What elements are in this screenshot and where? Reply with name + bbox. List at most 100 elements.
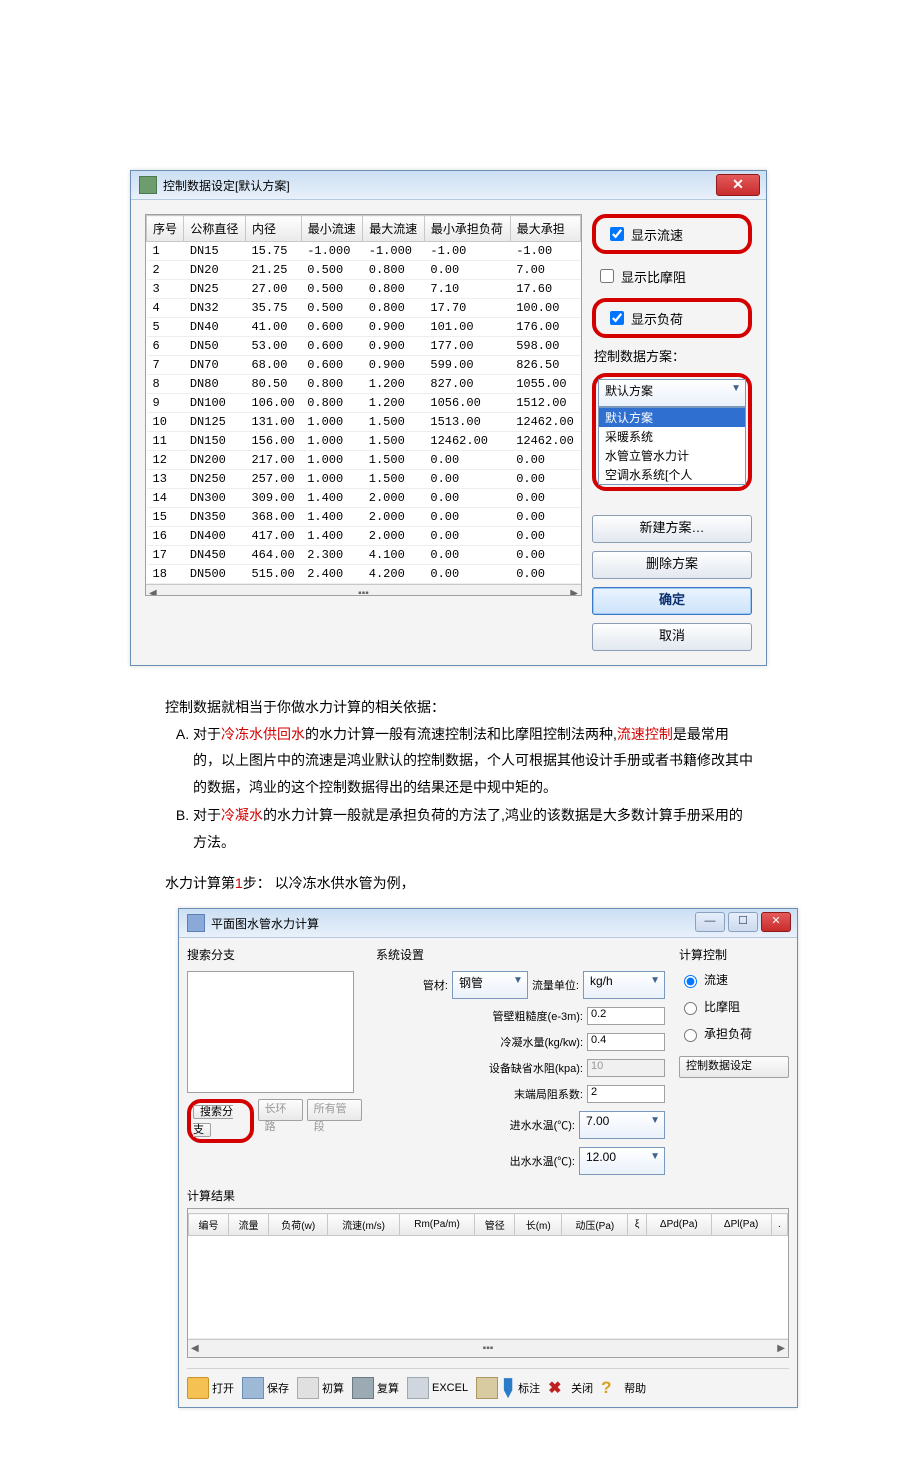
show-friction-checkbox[interactable]: 显示比摩阻 <box>592 262 752 290</box>
column-header[interactable]: 长(m) <box>515 1214 562 1236</box>
dialog-title: 平面图水管水力计算 <box>211 915 319 932</box>
all-pipes-button[interactable]: 所有管段 <box>307 1099 362 1121</box>
save-button[interactable]: 保存 <box>242 1377 289 1399</box>
close-icon[interactable]: ✕ <box>761 912 791 932</box>
hydraulic-calc-dialog: 平面图水管水力计算 — ☐ ✕ 搜索分支 搜索分支 <box>178 908 798 1408</box>
pipe-material-select[interactable]: 钢管 <box>452 971 528 999</box>
close-button[interactable]: ✖关闭 <box>548 1378 593 1398</box>
column-header[interactable]: ΔPl(Pa) <box>711 1214 771 1236</box>
scheme-options[interactable]: 默认方案采暖系统水管立管水力计空调水系统[个人 <box>598 407 746 485</box>
table-row[interactable]: 1DN1515.75-1.000-1.000-1.00-1.00 <box>147 242 581 261</box>
table-row[interactable]: 3DN2527.000.5000.8007.1017.60 <box>147 280 581 299</box>
results-label: 计算结果 <box>187 1187 789 1204</box>
scheme-option[interactable]: 默认方案 <box>599 408 745 427</box>
scheme-option[interactable]: 采暖系统 <box>599 427 745 446</box>
results-table[interactable]: 编号流量负荷(w)流速(m/s)Rm(Pa/m)管径长(m)动压(Pa)ξΔPd… <box>188 1213 788 1339</box>
column-header[interactable]: Rm(Pa/m) <box>399 1214 474 1236</box>
table-row[interactable]: 15DN350368.001.4002.0000.000.00 <box>147 508 581 527</box>
table-row[interactable]: 10DN125131.001.0001.5001513.0012462.00 <box>147 413 581 432</box>
inlet-temp-select[interactable]: 7.00 <box>579 1111 665 1139</box>
annotation-ring: 搜索分支 <box>187 1099 254 1143</box>
scheme-option[interactable]: 空调水系统[个人 <box>599 465 745 484</box>
flow-unit-select[interactable]: kg/h <box>583 971 665 999</box>
end-coef-input[interactable]: 2 <box>587 1085 665 1103</box>
minimize-icon[interactable]: — <box>695 912 725 932</box>
help-icon: ? <box>601 1378 621 1398</box>
table-row[interactable]: 12DN200217.001.0001.5000.000.00 <box>147 451 581 470</box>
table-row[interactable]: 11DN150156.001.0001.50012462.0012462.00 <box>147 432 581 451</box>
table-row[interactable]: 5DN4041.000.6000.900101.00176.00 <box>147 318 581 337</box>
excel-button[interactable]: EXCEL <box>407 1377 468 1399</box>
item-a: 对于冷冻水供回水的水力计算一般有流速控制法和比摩阻控制法两种,流速控制是最常用的… <box>193 721 755 801</box>
table-row[interactable]: 7DN7068.000.6000.900599.00826.50 <box>147 356 581 375</box>
calc-control-label: 计算控制 <box>679 946 789 963</box>
table-row[interactable]: 18DN500515.002.4004.2000.000.00 <box>147 565 581 584</box>
column-header[interactable]: 序号 <box>147 216 184 242</box>
roughness-input[interactable]: 0.2 <box>587 1007 665 1025</box>
calc-icon <box>297 1377 319 1399</box>
column-header[interactable]: 公称直径 <box>184 216 246 242</box>
open-button[interactable]: 打开 <box>187 1377 234 1399</box>
column-header[interactable]: ΔPd(Pa) <box>646 1214 711 1236</box>
column-header[interactable]: ξ <box>628 1214 647 1236</box>
table-row[interactable]: 16DN400417.001.4002.0000.000.00 <box>147 527 581 546</box>
branch-list[interactable] <box>187 971 354 1093</box>
show-load-checkbox[interactable]: 显示负荷 <box>602 304 687 332</box>
maximize-icon[interactable]: ☐ <box>728 912 758 932</box>
help-button[interactable]: ?帮助 <box>601 1378 646 1398</box>
column-header[interactable]: 最小承担负荷 <box>424 216 510 242</box>
column-header[interactable]: 流速(m/s) <box>328 1214 400 1236</box>
title-bar: 控制数据设定[默认方案] ✕ <box>131 171 766 200</box>
control-data-button[interactable]: 控制数据设定 <box>679 1056 789 1078</box>
table-row[interactable]: 14DN300309.001.4002.0000.000.00 <box>147 489 581 508</box>
table-row[interactable]: 4DN3235.750.5000.80017.70100.00 <box>147 299 581 318</box>
new-scheme-button[interactable]: 新建方案… <box>592 515 752 543</box>
save-icon <box>242 1377 264 1399</box>
search-label: 搜索分支 <box>187 946 362 963</box>
column-header[interactable]: 最小流速 <box>301 216 363 242</box>
column-header[interactable]: . <box>771 1214 787 1236</box>
table-row[interactable]: 2DN2021.250.5000.8000.007.00 <box>147 261 581 280</box>
column-header[interactable]: 编号 <box>189 1214 229 1236</box>
close-icon[interactable]: ✕ <box>716 174 760 196</box>
column-header[interactable]: 负荷(w) <box>269 1214 328 1236</box>
table-row[interactable]: 8DN8080.500.8001.200827.001055.00 <box>147 375 581 394</box>
horizontal-scrollbar[interactable]: ◀▪▪▪▶ <box>188 1339 788 1357</box>
annotation-ring: 默认方案 默认方案采暖系统水管立管水力计空调水系统[个人 <box>592 373 752 491</box>
radio-flow[interactable]: 流速 <box>679 971 789 988</box>
scheme-label: 控制数据方案： <box>592 346 752 365</box>
control-data-dialog: 控制数据设定[默认方案] ✕ 序号公称直径内径最小流速最大流速最小承担负荷最大承… <box>130 170 767 666</box>
pen-icon <box>501 1378 515 1398</box>
table-row[interactable]: 17DN450464.002.3004.1000.000.00 <box>147 546 581 565</box>
delete-scheme-button[interactable]: 删除方案 <box>592 551 752 579</box>
condensate-input[interactable]: 0.4 <box>587 1033 665 1051</box>
annotate-button[interactable]: 标注 <box>476 1377 540 1399</box>
excel-icon <box>407 1377 429 1399</box>
cancel-button[interactable]: 取消 <box>592 623 752 651</box>
column-header[interactable]: 最大流速 <box>363 216 425 242</box>
column-header[interactable]: 动压(Pa) <box>562 1214 628 1236</box>
column-header[interactable]: 内径 <box>245 216 301 242</box>
radio-load[interactable]: 承担负荷 <box>679 1025 789 1042</box>
longest-loop-button[interactable]: 长环路 <box>258 1099 303 1121</box>
search-branch-button[interactable]: 搜索分支 <box>193 1105 233 1137</box>
explanation-text: 控制数据就相当于你做水力计算的相关依据： 对于冷冻水供回水的水力计算一般有流速控… <box>165 694 755 896</box>
equip-resist-input: 10 <box>587 1059 665 1077</box>
table-row[interactable]: 6DN5053.000.6000.900177.00598.00 <box>147 337 581 356</box>
radio-friction[interactable]: 比摩阻 <box>679 998 789 1015</box>
data-table[interactable]: 序号公称直径内径最小流速最大流速最小承担负荷最大承担 1DN1515.75-1.… <box>145 214 582 596</box>
table-row[interactable]: 13DN250257.001.0001.5000.000.00 <box>147 470 581 489</box>
outlet-temp-select[interactable]: 12.00 <box>579 1147 665 1175</box>
show-flow-checkbox[interactable]: 显示流速 <box>602 220 687 248</box>
scheme-dropdown[interactable]: 默认方案 <box>598 379 746 407</box>
table-row[interactable]: 9DN100106.000.8001.2001056.001512.00 <box>147 394 581 413</box>
calc-button[interactable]: 初算 <box>297 1377 344 1399</box>
column-header[interactable]: 最大承担 <box>510 216 580 242</box>
scheme-option[interactable]: 水管立管水力计 <box>599 446 745 465</box>
column-header[interactable]: 流量 <box>229 1214 269 1236</box>
annotation-ring: 显示负荷 <box>592 298 752 338</box>
recalc-button[interactable]: 复算 <box>352 1377 399 1399</box>
horizontal-scrollbar[interactable]: ◀▪▪▪▶ <box>146 584 581 596</box>
ok-button[interactable]: 确定 <box>592 587 752 615</box>
column-header[interactable]: 管径 <box>475 1214 515 1236</box>
